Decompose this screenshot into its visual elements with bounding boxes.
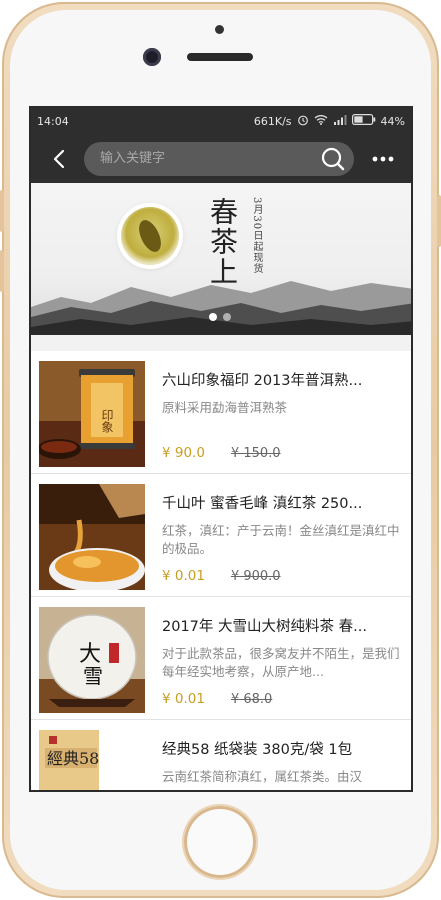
- home-button[interactable]: [184, 806, 256, 878]
- banner-subtitle: 3月30日起现货: [251, 197, 262, 275]
- earpiece-speaker: [187, 53, 253, 61]
- volume-button-2: [0, 250, 4, 292]
- status-time: 14:04: [37, 114, 69, 128]
- alarm-icon: [297, 114, 309, 129]
- carousel-dot[interactable]: [209, 313, 217, 321]
- front-camera: [143, 48, 161, 66]
- promo-banner[interactable]: 春茶上市 3月30日起现货: [31, 183, 411, 335]
- status-net-speed: 661K/s: [253, 114, 292, 128]
- product-item[interactable]: 千山叶 蜜香毛峰 滇红茶 250... 红茶，滇红：产于云南！金丝滇红是滇红中的…: [31, 474, 411, 597]
- more-button[interactable]: [364, 139, 403, 179]
- section-gap: [31, 335, 411, 351]
- carousel-dots: [209, 313, 231, 321]
- product-old-price: ¥ 900.0: [230, 569, 281, 584]
- product-list: 印象 六山印象福印 2013年普洱熟... 原料采用勐海普洱熟茶 ¥ 90.0 …: [31, 351, 411, 790]
- product-thumb-red-tea: [39, 484, 145, 590]
- product-item[interactable]: 大 雪 2017年 大雪山大树纯料茶 春... 对于此款茶品，很多窝友并不陌生，…: [31, 597, 411, 720]
- product-thumb-pu-erh-can: 印象: [39, 361, 145, 467]
- back-icon: [53, 149, 64, 168]
- product-name: 2017年 大雪山大树纯料茶 春...: [162, 619, 367, 635]
- signal-icon: [333, 114, 347, 128]
- back-button[interactable]: [39, 139, 78, 179]
- product-old-price: ¥ 150.0: [230, 446, 281, 461]
- product-thumb-tea-cake: 大 雪: [39, 607, 145, 713]
- status-bar: 14:04 661K/s 44%: [31, 108, 411, 134]
- product-desc: 原料采用勐海普洱熟茶: [162, 400, 288, 415]
- status-right: 661K/s 44%: [254, 114, 405, 129]
- search-input[interactable]: [100, 151, 320, 166]
- svg-text:印象: 印象: [100, 409, 114, 433]
- nav-bar: [31, 134, 411, 183]
- search-icon[interactable]: [320, 146, 346, 172]
- battery-icon: [351, 114, 376, 128]
- price-row: ¥ 0.01 ¥ 68.0: [162, 691, 403, 707]
- more-dots-icon: [373, 156, 394, 161]
- product-desc: 云南红茶简称滇红，属红茶类。由汉: [162, 769, 363, 784]
- product-old-price: ¥ 68.0: [230, 692, 273, 707]
- product-item[interactable]: 經典58 经典58 纸袋装 380克/袋 1包 云南红茶简称滇红，属红茶类。由汉: [31, 720, 411, 790]
- price-row: ¥ 0.01 ¥ 900.0: [162, 568, 403, 584]
- product-desc: 对于此款茶品，很多窝友并不陌生，是我们每年经实地考察，从原产地...: [162, 646, 400, 679]
- mountains-image: [31, 281, 411, 335]
- product-thumb-classic-58: 經典58: [39, 730, 145, 790]
- svg-text:經典58: 經典58: [47, 749, 99, 768]
- app-screen: 14:04 661K/s 44% 输入关键字 春茶上市 3月30日起现货 印象 …: [29, 106, 413, 792]
- product-info: 经典58 纸袋装 380克/袋 1包 云南红茶简称滇红，属红茶类。由汉: [162, 730, 403, 790]
- product-info: 2017年 大雪山大树纯料茶 春... 对于此款茶品，很多窝友并不陌生，是我们每…: [162, 607, 403, 719]
- product-name: 六山印象福印 2013年普洱熟...: [162, 373, 363, 389]
- wifi-icon: [314, 114, 328, 128]
- svg-text:雪: 雪: [83, 664, 103, 688]
- product-name: 经典58 纸袋装 380克/袋 1包: [162, 742, 353, 758]
- search-bar[interactable]: [84, 141, 354, 176]
- power-button: [437, 195, 441, 247]
- carousel-dot[interactable]: [223, 313, 231, 321]
- product-name: 千山叶 蜜香毛峰 滇红茶 250...: [162, 496, 363, 512]
- proximity-sensor: [215, 25, 224, 34]
- product-price: ¥ 90.0: [162, 445, 205, 461]
- product-price: ¥ 0.01: [162, 568, 205, 584]
- product-item[interactable]: 印象 六山印象福印 2013年普洱熟... 原料采用勐海普洱熟茶 ¥ 90.0 …: [31, 351, 411, 474]
- product-desc: 红茶，滇红：产于云南！金丝滇红是滇红中的极品。: [162, 523, 400, 556]
- product-price: ¥ 0.01: [162, 691, 205, 707]
- status-battery: 44%: [380, 114, 405, 128]
- price-row: ¥ 90.0 ¥ 150.0: [162, 445, 403, 461]
- product-info: 千山叶 蜜香毛峰 滇红茶 250... 红茶，滇红：产于云南！金丝滇红是滇红中的…: [162, 484, 403, 596]
- volume-button: [0, 190, 4, 232]
- product-info: 六山印象福印 2013年普洱熟... 原料采用勐海普洱熟茶 ¥ 90.0 ¥ 1…: [162, 361, 403, 473]
